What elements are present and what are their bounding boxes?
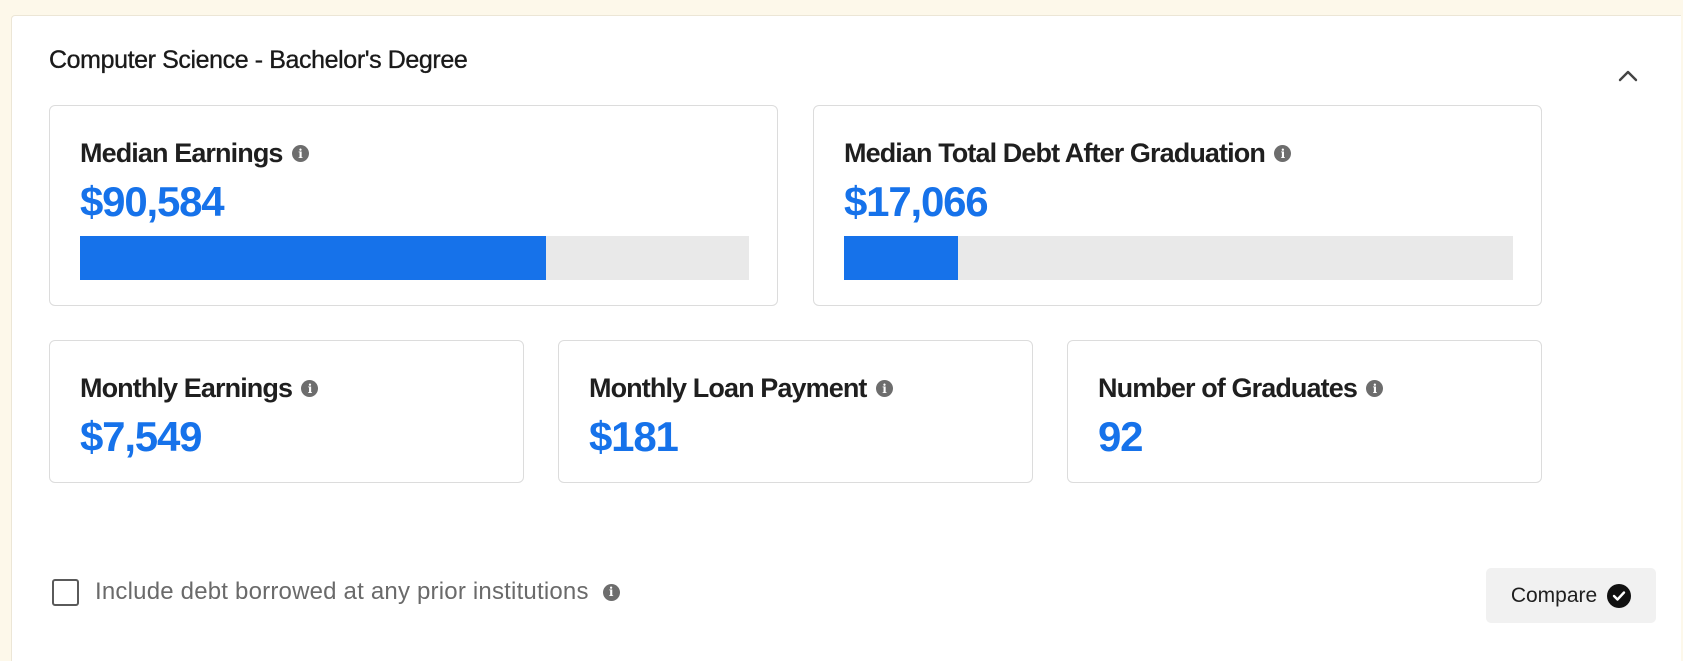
info-icon[interactable]: i: [291, 145, 309, 162]
check-circle-icon: [1607, 583, 1632, 608]
info-icon[interactable]: i: [1365, 380, 1383, 397]
prior-debt-checkbox[interactable]: [52, 578, 79, 606]
monthly-earnings-card: Monthly Earnings i $7,549: [49, 340, 524, 483]
info-icon[interactable]: i: [1273, 145, 1291, 162]
compare-label: Compare: [1510, 583, 1598, 607]
info-icon[interactable]: i: [875, 380, 893, 397]
chevron-up-icon: [1618, 70, 1638, 82]
median-debt-label: Median Total Debt After Graduation: [844, 138, 1266, 168]
graduates-label: Number of Graduates: [1098, 373, 1358, 403]
compare-button[interactable]: Compare: [1486, 568, 1656, 623]
median-earnings-bar-fill: [80, 236, 547, 280]
program-title: Computer Science - Bachelor's Degree: [49, 46, 468, 74]
median-earnings-card: Median Earnings i $90,584: [49, 105, 778, 306]
prior-debt-option: Include debt borrowed at any prior insti…: [52, 578, 620, 606]
median-earnings-label: Median Earnings: [80, 138, 283, 168]
monthly-earnings-label: Monthly Earnings: [80, 373, 293, 403]
median-debt-bar-fill: [844, 236, 958, 280]
monthly-earnings-value: $7,549: [80, 413, 202, 460]
graduates-value: 92: [1098, 413, 1144, 460]
program-panel: Computer Science - Bachelor's Degree Med…: [11, 15, 1681, 661]
prior-debt-label[interactable]: Include debt borrowed at any prior insti…: [95, 578, 589, 606]
graduates-card: Number of Graduates i 92: [1067, 340, 1542, 483]
median-debt-value: $17,066: [844, 178, 989, 225]
median-debt-card: Median Total Debt After Graduation i $17…: [813, 105, 1542, 306]
median-earnings-value: $90,584: [80, 178, 225, 225]
monthly-loan-label: Monthly Loan Payment: [589, 373, 867, 403]
monthly-loan-card: Monthly Loan Payment i $181: [558, 340, 1033, 483]
median-earnings-bar: [80, 236, 749, 280]
info-icon[interactable]: i: [602, 583, 620, 601]
monthly-loan-value: $181: [589, 413, 679, 460]
median-debt-bar: [844, 236, 1513, 280]
info-icon[interactable]: i: [301, 380, 319, 397]
collapse-button[interactable]: [1612, 60, 1644, 92]
